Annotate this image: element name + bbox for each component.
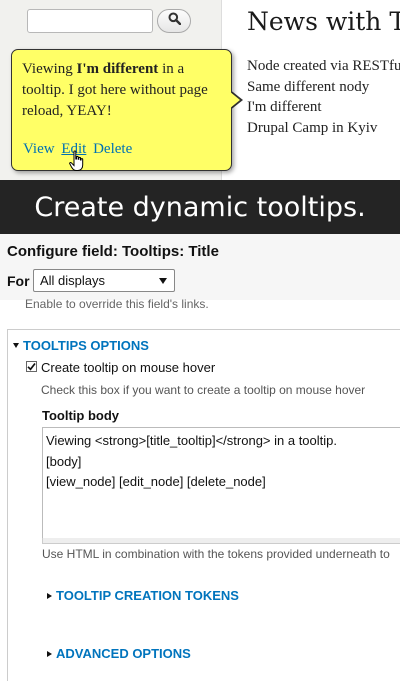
display-select-value: All displays (40, 273, 106, 288)
display-select[interactable]: All displays (33, 269, 175, 292)
checkbox-description: Check this box if you want to create a t… (41, 383, 366, 397)
triangle-down-icon (13, 343, 19, 348)
tooltip: Viewing I'm different in a tooltip. I go… (11, 49, 232, 171)
front-page-section: News with Tips Node created via RESTful … (0, 0, 400, 180)
hand-cursor-icon (69, 150, 85, 177)
textarea-resize-handle[interactable] (42, 538, 400, 544)
create-tooltip-checkbox[interactable] (26, 361, 37, 372)
tooltips-options-toggle[interactable]: TOOLTIPS OPTIONS (13, 338, 149, 353)
tooltip-message: Viewing I'm different in a tooltip. I go… (22, 61, 208, 119)
chevron-down-icon (159, 278, 167, 284)
checkmark-icon (27, 362, 36, 371)
dialog-header: Configure field: Tooltips: Title For All… (0, 234, 400, 300)
advanced-options-toggle[interactable]: ADVANCED OPTIONS (47, 646, 191, 661)
tooltip-creation-tokens-toggle[interactable]: TOOLTIP CREATION TOKENS (47, 588, 239, 603)
for-label: For (7, 273, 30, 289)
triangle-right-icon (47, 592, 52, 599)
node-list: Node created via RESTful Service Same di… (247, 56, 400, 139)
override-help-text: Enable to override this field's links. (25, 297, 209, 311)
triangle-right-icon (47, 650, 52, 657)
delete-link[interactable]: Delete (93, 141, 132, 157)
search-input[interactable] (27, 9, 153, 33)
dialog-title: Configure field: Tooltips: Title (7, 243, 219, 260)
tooltip-body-label: Tooltip body (42, 408, 120, 423)
tooltip-node-title: I'm different (76, 61, 159, 77)
tooltip-body-help: Use HTML in combination with the tokens … (42, 547, 390, 561)
search-icon (168, 12, 181, 30)
node-link[interactable]: Drupal Camp in Kyiv (247, 118, 400, 139)
node-link[interactable]: Node created via RESTful Service (247, 56, 400, 77)
node-link[interactable]: I'm different (247, 97, 400, 118)
tooltip-pointer-fill (229, 91, 240, 109)
search-button[interactable] (157, 9, 191, 33)
node-link[interactable]: Same different nody (247, 77, 400, 98)
caption-banner: Create dynamic tooltips. (0, 180, 400, 234)
tooltip-body-textarea[interactable]: Viewing <strong>[title_tooltip]</strong>… (42, 427, 400, 539)
view-link[interactable]: View (23, 141, 55, 157)
create-tooltip-label[interactable]: Create tooltip on mouse hover (41, 360, 215, 375)
page-title: News with Tips (247, 7, 400, 36)
